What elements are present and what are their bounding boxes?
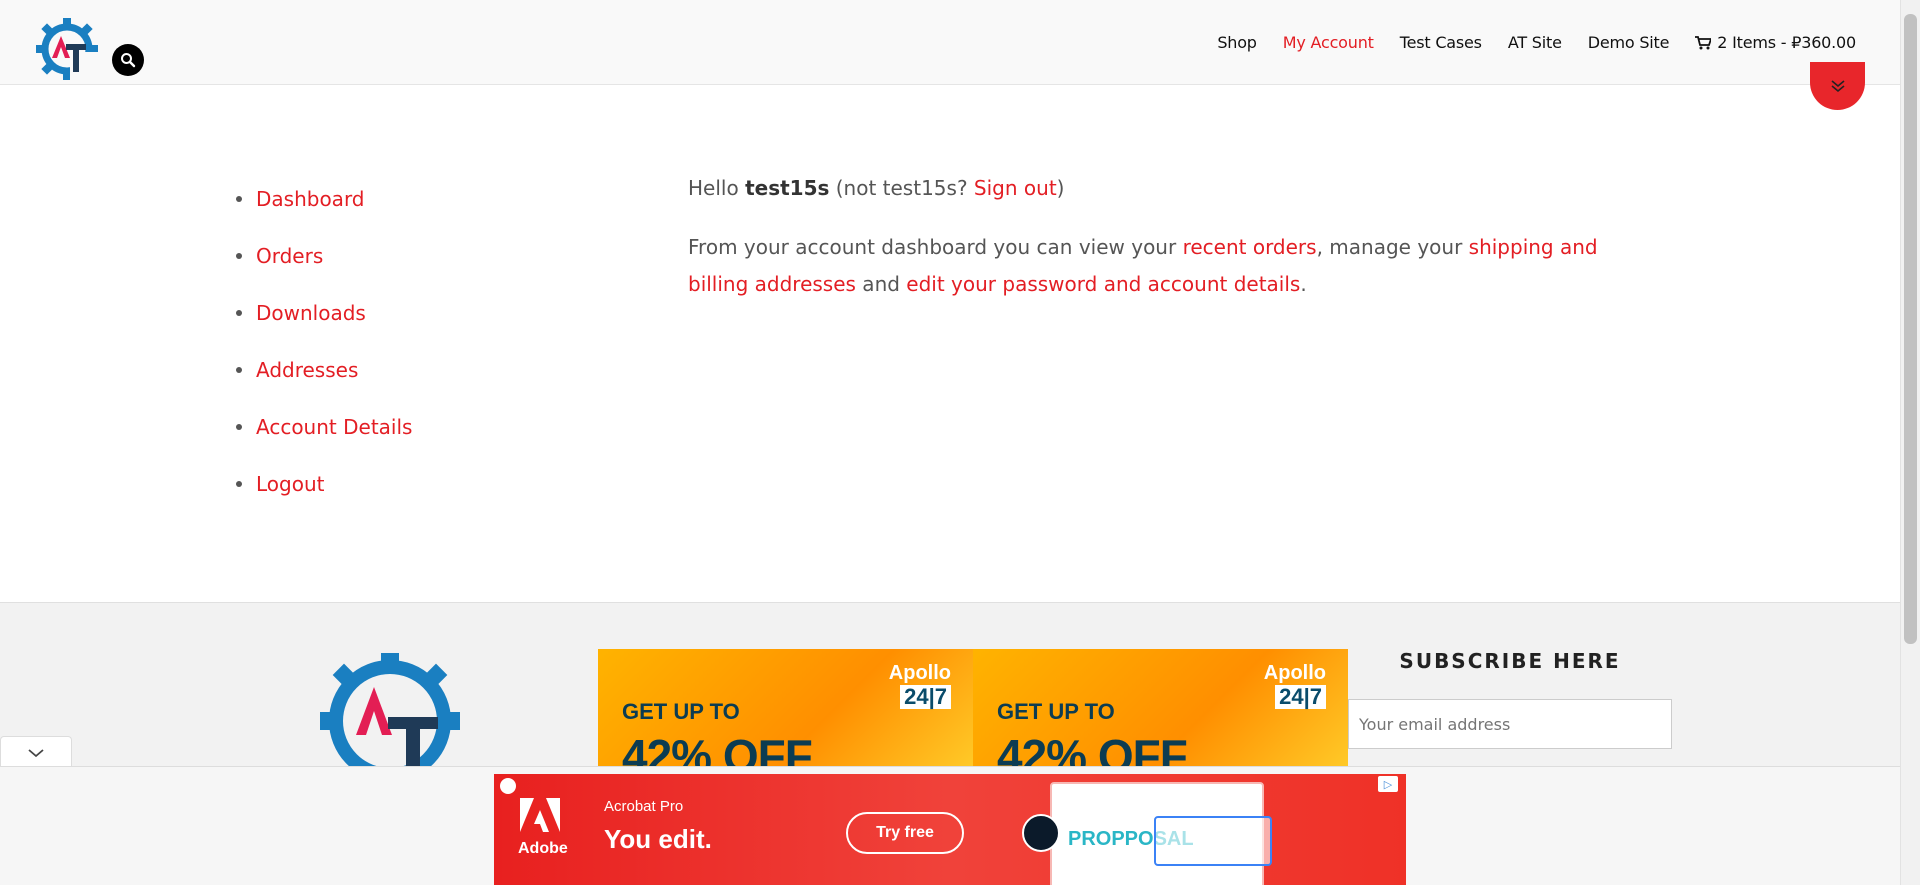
account-nav-item: Logout xyxy=(236,455,412,512)
account-navigation: Dashboard Orders Downloads Addresses Acc… xyxy=(236,170,412,512)
search-icon xyxy=(121,53,136,68)
account-nav-item: Addresses xyxy=(236,341,412,398)
double-chevron-down-icon xyxy=(1830,80,1845,93)
page-scrollbar[interactable] xyxy=(1900,0,1920,885)
ad-selection-box xyxy=(1154,816,1272,866)
subscribe-heading: SUBSCRIBE HERE xyxy=(1399,649,1621,673)
banner-discount: 42% OFF xyxy=(997,730,1188,769)
chevron-down-icon xyxy=(28,748,44,757)
site-logo[interactable] xyxy=(34,16,100,82)
account-nav-item: Account Details xyxy=(236,398,412,455)
cart-icon xyxy=(1695,35,1712,49)
ad-cursor-dot xyxy=(1022,814,1060,852)
account-nav-account-details[interactable]: Account Details xyxy=(256,415,412,439)
account-nav-item: Dashboard xyxy=(236,170,412,227)
ad-brand: Adobe xyxy=(518,840,568,857)
account-details-link[interactable]: edit your password and account details xyxy=(906,272,1300,296)
subscribe-email-input[interactable] xyxy=(1348,699,1672,749)
banner-discount: 42% OFF xyxy=(622,730,813,769)
promo-banner[interactable]: Apollo 24|7 GET UP TO 42% OFF Apollo 24|7 … xyxy=(598,649,1348,769)
cart-summary: 2 Items - ₽360.00 xyxy=(1717,33,1856,52)
nav-my-account[interactable]: My Account xyxy=(1283,33,1374,52)
search-button[interactable] xyxy=(112,44,144,76)
username: test15s xyxy=(745,176,830,200)
ad-tagline: You edit. xyxy=(604,824,712,854)
sign-out-link[interactable]: Sign out xyxy=(974,176,1057,200)
account-nav-item: Orders xyxy=(236,227,412,284)
promo-banner-panel: Apollo 24|7 GET UP TO 42% OFF xyxy=(598,649,973,769)
privacy-shield-icon[interactable] xyxy=(500,778,516,794)
site-header: Shop My Account Test Cases AT Site Demo … xyxy=(0,0,1900,85)
account-nav-addresses[interactable]: Addresses xyxy=(256,358,358,382)
adobe-a-icon xyxy=(520,798,560,832)
banner-brand: Apollo 24|7 xyxy=(888,662,951,709)
nav-at-site[interactable]: AT Site xyxy=(1508,33,1562,52)
nav-demo-site[interactable]: Demo Site xyxy=(1588,33,1670,52)
account-dashboard-content: Hello test15s (not test15s? Sign out) Fr… xyxy=(688,170,1608,325)
scroll-toggle-button[interactable] xyxy=(1810,62,1865,110)
ad-product-name: Acrobat Pro xyxy=(604,798,684,815)
adobe-advertisement[interactable]: ▷ Adobe Acrobat Pro You edit. Try free P… xyxy=(494,774,1406,885)
promo-banner-panel: Apollo 24|7 GET UP TO 42% OFF xyxy=(973,649,1348,769)
main-nav: Shop My Account Test Cases AT Site Demo … xyxy=(1217,33,1856,52)
dashboard-intro: From your account dashboard you can view… xyxy=(688,235,1598,296)
ad-try-free-button[interactable]: Try free xyxy=(846,812,964,854)
banner-brand: Apollo 24|7 xyxy=(1263,662,1326,709)
account-nav-orders[interactable]: Orders xyxy=(256,244,323,268)
account-nav-logout[interactable]: Logout xyxy=(256,472,324,496)
adobe-logo: Adobe xyxy=(518,798,568,858)
account-nav-item: Downloads xyxy=(236,284,412,341)
account-nav-dashboard[interactable]: Dashboard xyxy=(256,187,365,211)
nav-test-cases[interactable]: Test Cases xyxy=(1400,33,1482,52)
scrollbar-thumb[interactable] xyxy=(1904,14,1917,644)
banner-headline: GET UP TO xyxy=(622,699,740,724)
ad-collapse-button[interactable] xyxy=(0,736,72,768)
footer-logo[interactable] xyxy=(318,649,462,769)
greeting-text: Hello test15s (not test15s? Sign out) xyxy=(688,176,1065,200)
cart-link[interactable]: 2 Items - ₽360.00 xyxy=(1695,33,1856,52)
nav-shop[interactable]: Shop xyxy=(1217,33,1257,52)
ad-bar: ▷ Adobe Acrobat Pro You edit. Try free P… xyxy=(0,766,1900,885)
recent-orders-link[interactable]: recent orders xyxy=(1183,235,1317,259)
account-nav-downloads[interactable]: Downloads xyxy=(256,301,366,325)
ad-choices-icon[interactable]: ▷ xyxy=(1378,776,1398,792)
banner-headline: GET UP TO xyxy=(997,699,1115,724)
